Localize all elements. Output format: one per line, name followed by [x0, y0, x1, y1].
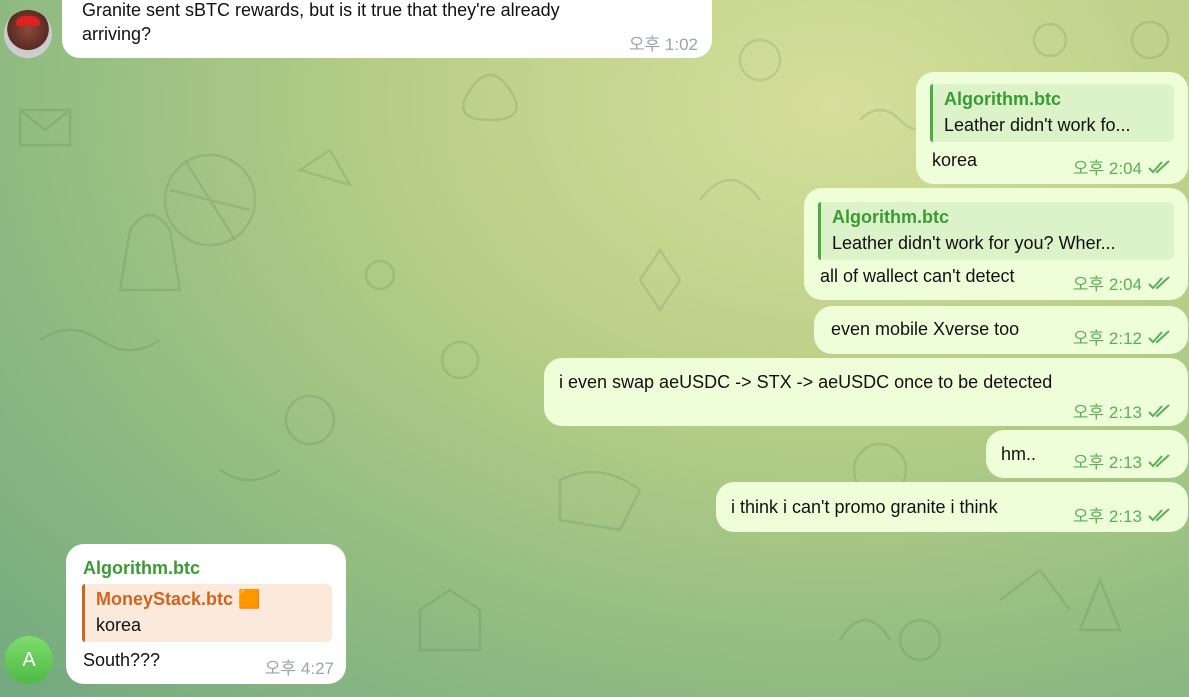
message-text: all of wallect can't detect [820, 266, 1015, 286]
read-checkmarks-icon [1148, 507, 1170, 521]
read-checkmarks-icon [1148, 453, 1170, 467]
reply-text: korea [96, 615, 142, 635]
message-meta: 오후 2:04 [1073, 154, 1172, 179]
message-time: 오후 2:13 [1072, 507, 1142, 526]
message-time: 오후 4:27 [264, 659, 334, 678]
message-bubble[interactable]: Granite sent sBTC rewards, but is it tru… [62, 0, 712, 58]
message-time: 오후 2:13 [1072, 453, 1142, 472]
message-bubble[interactable]: Algorithm.btc MoneyStack.btc 🟧 korea Sou… [66, 544, 346, 684]
reply-sender: Algorithm.btc [832, 207, 949, 227]
message-time: 오후 2:13 [1072, 403, 1142, 422]
reply-text: Leather didn't work for you? Wher... [832, 233, 1116, 253]
message-text: Granite sent sBTC rewards, but is it tru… [82, 0, 560, 20]
read-checkmarks-icon [1148, 329, 1170, 343]
read-checkmarks-icon [1148, 403, 1170, 417]
message-bubble[interactable]: i think i can't promo granite i think 오후… [716, 482, 1188, 532]
message-text: South??? [83, 650, 161, 670]
message-bubble[interactable]: hm.. 오후 2:13 [986, 430, 1188, 478]
reply-bar [82, 584, 85, 642]
message-text: i even swap aeUSDC -> STX -> aeUSDC once… [559, 372, 1053, 392]
message-meta: 오후 2:12 [1073, 324, 1172, 349]
reply-text: Leather didn't work fo... [944, 115, 1131, 135]
reply-quote[interactable]: Algorithm.btc Leather didn't work fo... [930, 84, 1174, 142]
reply-sender: Algorithm.btc [944, 89, 1061, 109]
message-text: korea [932, 150, 978, 170]
avatar-cap [16, 16, 40, 26]
message-meta: 오후 2:13 [1073, 502, 1172, 527]
user-avatar[interactable]: A [5, 636, 53, 684]
reply-quote[interactable]: Algorithm.btc Leather didn't work for yo… [818, 202, 1174, 260]
sender-name[interactable]: Algorithm.btc [83, 558, 200, 579]
message-text: even mobile Xverse too [831, 319, 1020, 339]
message-time: 오후 2:12 [1072, 329, 1142, 348]
message-text: hm.. [1001, 444, 1037, 464]
message-bubble[interactable]: Algorithm.btc Leather didn't work fo... … [916, 72, 1188, 184]
message-time: 오후 2:04 [1072, 275, 1142, 294]
user-avatar[interactable] [4, 10, 52, 58]
message-bubble[interactable]: i even swap aeUSDC -> STX -> aeUSDC once… [544, 358, 1188, 426]
message-meta: 오후 2:13 [1073, 398, 1172, 423]
message-text: arriving? [82, 24, 152, 44]
message-time: 오후 1:02 [628, 35, 698, 54]
message-bubble[interactable]: Algorithm.btc Leather didn't work for yo… [804, 188, 1188, 300]
message-meta: 오후 2:13 [1073, 448, 1172, 473]
message-bubble[interactable]: even mobile Xverse too 오후 2:12 [814, 306, 1188, 354]
read-checkmarks-icon [1148, 275, 1170, 289]
reply-quote[interactable]: MoneyStack.btc 🟧 korea [82, 584, 332, 642]
message-time: 오후 2:04 [1072, 159, 1142, 178]
message-meta: 오후 2:04 [1073, 270, 1172, 295]
avatar-letter: A [22, 649, 36, 671]
message-text: i think i can't promo granite i think [731, 497, 998, 517]
reply-sender: MoneyStack.btc 🟧 [96, 589, 261, 609]
read-checkmarks-icon [1148, 159, 1170, 173]
